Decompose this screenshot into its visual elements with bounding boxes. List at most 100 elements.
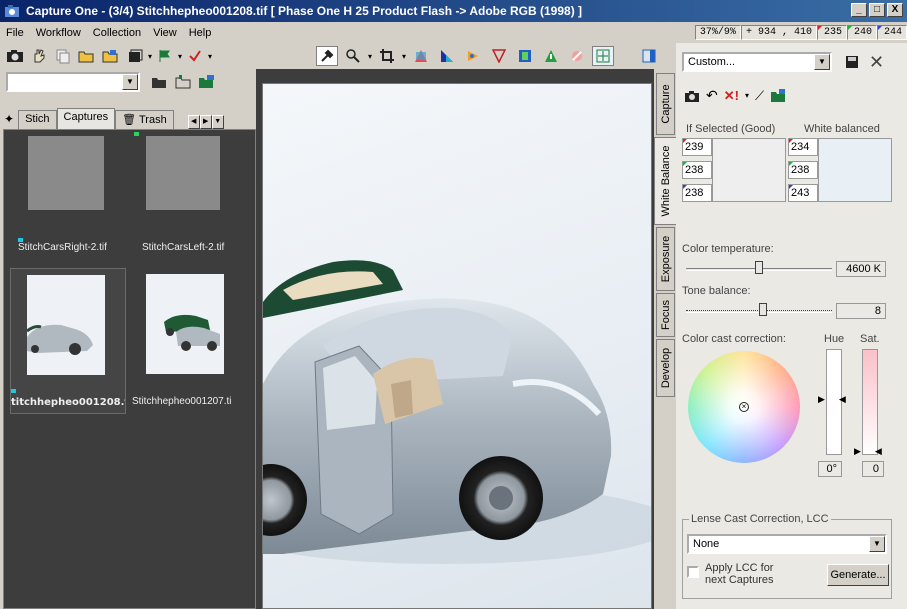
preset-dropdown[interactable]: Custom... ▼ [682, 52, 832, 72]
close-icon[interactable]: ✕ [869, 52, 884, 73]
lcc-checkbox[interactable] [687, 566, 699, 578]
tab-scroll-left-icon[interactable]: ◀ [187, 115, 200, 129]
thumbnail-label: StitchCarsRight-2.tif [18, 242, 107, 253]
reset-icon[interactable]: ✕! [724, 88, 739, 104]
highlight-icon[interactable] [566, 46, 588, 66]
b-readout: 244 [876, 25, 907, 40]
chevron-down-icon[interactable]: ▼ [869, 536, 885, 552]
color-cast-label: Color cast correction: [682, 333, 786, 345]
tone-balance-knob[interactable] [759, 303, 768, 316]
balanced-b-value: 243 [788, 184, 818, 202]
camera-icon[interactable] [4, 46, 26, 66]
fit-icon[interactable] [592, 46, 615, 66]
balanced-g-value: 238 [788, 161, 818, 179]
hue-label: Hue [824, 333, 845, 345]
balanced-r-value: 234 [788, 138, 818, 156]
new-folder-icon[interactable] [172, 72, 194, 92]
warning-icon[interactable] [540, 46, 562, 66]
tab-white-balance[interactable]: White Balance [654, 137, 676, 225]
selected-r-value: 239 [682, 138, 712, 156]
folder-sync-icon[interactable] [196, 72, 218, 92]
thumbnail[interactable]: StitchCarsLeft-2.tif [134, 130, 250, 260]
thumbnail-image [146, 136, 220, 210]
menu-collection[interactable]: Collection [87, 27, 147, 39]
tab-stich[interactable]: Stich [18, 110, 57, 129]
tab-scroll-right-icon[interactable]: ▶ [199, 115, 212, 129]
tab-exposure[interactable]: Exposure [656, 227, 675, 291]
tone-balance-value[interactable]: 8 [836, 303, 886, 319]
preset-value: Custom... [688, 56, 736, 68]
left-panel: ▾ ▾ ▾ ▼ ✦ Stich Captures 🗑 Trash ◀ ▶ ▼ S… [0, 43, 256, 609]
straighten-icon[interactable] [436, 46, 458, 66]
flag-icon[interactable] [154, 46, 176, 66]
eyedropper-icon[interactable] [316, 46, 338, 66]
minimize-button[interactable]: _ [851, 3, 867, 17]
wheel-target-icon[interactable]: × [739, 402, 749, 412]
hand-capture-icon[interactable] [28, 46, 50, 66]
thumbnail-selected[interactable]: titchhepheo001208.ti [10, 268, 126, 414]
menu-file[interactable]: File [0, 27, 30, 39]
generate-button[interactable]: Generate... [827, 564, 889, 586]
crop-icon[interactable] [376, 46, 398, 66]
main-image[interactable] [262, 83, 652, 609]
tab-trash-label: Trash [139, 114, 167, 126]
if-selected-header: If Selected (Good) [686, 123, 776, 135]
image-viewer[interactable] [256, 69, 654, 609]
hue-value[interactable]: 0° [818, 461, 842, 477]
folder-icon[interactable] [148, 72, 170, 92]
car-photo [263, 260, 651, 564]
tab-develop[interactable]: Develop [656, 339, 675, 397]
wand-icon[interactable]: ⟋ [755, 88, 764, 104]
rotate-icon[interactable] [410, 46, 432, 66]
zoom-icon[interactable] [342, 46, 364, 66]
chevron-down-icon[interactable]: ▼ [122, 74, 138, 90]
tab-trash[interactable]: 🗑 Trash [115, 110, 174, 129]
save-folder-icon[interactable] [100, 46, 122, 66]
menu-workflow[interactable]: Workflow [30, 27, 87, 39]
tab-capture[interactable]: Capture [656, 73, 675, 135]
color-temperature-value[interactable]: 4600 K [836, 261, 886, 277]
lcc-checkbox-label: Apply LCC for next Captures [705, 562, 774, 586]
save-preset-icon[interactable] [845, 55, 859, 69]
tool-tabs: Capture White Balance Exposure Focus Dev… [654, 69, 676, 609]
sat-value[interactable]: 0 [862, 461, 884, 477]
close-button[interactable]: X [887, 3, 903, 17]
lcc-select-value: None [693, 538, 720, 550]
undo-icon[interactable]: ↶ [706, 87, 718, 104]
zoom-readout: 37%/9% [694, 25, 741, 40]
coords-readout: + 934 , 410 [740, 25, 817, 40]
copy-icon[interactable] [52, 46, 74, 66]
lcc-group: Lense Cast Correction, LCC None ▼ Apply … [682, 513, 892, 599]
maximize-button[interactable]: □ [869, 3, 885, 17]
hue-marker-icon[interactable]: ▶◀ [818, 394, 860, 405]
lcc-legend: Lense Cast Correction, LCC [689, 513, 831, 525]
folder-combo[interactable]: ▼ [6, 72, 140, 92]
open-folder-icon[interactable] [76, 46, 98, 66]
selected-color-swatch [712, 138, 786, 202]
thumbnail-image [27, 275, 105, 375]
thumbnail[interactable]: Stitchhepheo001207.ti [132, 268, 248, 414]
menu-view[interactable]: View [147, 27, 183, 39]
camera-icon[interactable] [684, 90, 700, 102]
wb-toolbar: ↶ ✕! ▾ ⟋ [684, 87, 786, 104]
thumbnail[interactable]: StitchCarsRight-2.tif [12, 130, 128, 260]
color-picker-icon[interactable] [462, 46, 484, 66]
lcc-select[interactable]: None ▼ [687, 534, 887, 554]
chevron-down-icon[interactable]: ▼ [814, 54, 830, 70]
tab-captures[interactable]: Captures [56, 108, 116, 129]
color-temperature-knob[interactable] [755, 261, 763, 274]
color-temperature-label: Color temperature: [682, 243, 774, 255]
tab-menu-icon[interactable]: ▼ [211, 115, 224, 129]
pin-icon[interactable]: ✦ [4, 112, 14, 126]
checkmark-icon[interactable] [184, 46, 206, 66]
columns-icon[interactable] [514, 46, 536, 66]
panel-toggle-icon[interactable] [638, 46, 660, 66]
stack-icon[interactable] [124, 46, 146, 66]
copy-settings-icon[interactable] [770, 88, 786, 103]
trash-icon: 🗑 [122, 114, 137, 126]
tab-focus[interactable]: Focus [656, 293, 675, 337]
sat-bar[interactable] [862, 349, 878, 455]
menu-help[interactable]: Help [183, 27, 218, 39]
sat-marker-icon[interactable]: ▶◀ [854, 446, 896, 457]
filter-icon[interactable] [488, 46, 510, 66]
